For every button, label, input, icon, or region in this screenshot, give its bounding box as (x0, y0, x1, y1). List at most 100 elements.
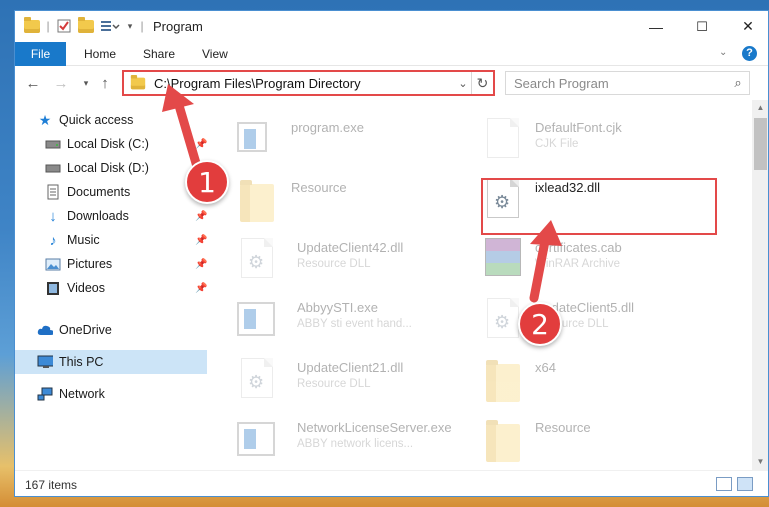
dll-gear-icon: ⚙ (483, 298, 523, 344)
file-item[interactable]: DefaultFont.cjk CJK File (483, 116, 723, 172)
details-view-icon[interactable] (716, 477, 732, 491)
file-name: certificates.cab (535, 240, 622, 255)
folder-icon (483, 358, 523, 404)
sidebar-item-label: Videos (67, 281, 105, 295)
expand-ribbon-icon[interactable]: ⌄ (719, 47, 727, 58)
sidebar-item-quick-access[interactable]: ★ Quick access (15, 108, 207, 132)
pin-icon[interactable]: 📌 (195, 259, 207, 270)
step-2-callout: 2 (518, 302, 562, 346)
file-name: Resource (291, 180, 347, 195)
pictures-icon (45, 256, 61, 272)
sidebar-item-label: Documents (67, 185, 131, 199)
sidebar-item-label: This PC (59, 355, 104, 369)
vertical-scrollbar[interactable]: ▲ ▼ (752, 100, 768, 470)
forward-arrow-icon[interactable]: → (51, 74, 71, 92)
address-dropdown-icon[interactable]: ⌄ (455, 77, 471, 90)
tab-share[interactable]: Share (131, 42, 187, 66)
file-type: WinRAR Archive (535, 258, 620, 270)
folder-icon[interactable] (23, 16, 41, 34)
tab-home[interactable]: Home (72, 42, 128, 66)
large-icons-view-icon[interactable] (737, 477, 753, 491)
file-item[interactable]: ⚙ UpdateClient42.dll Resource DLL (237, 236, 477, 292)
recent-locations-chevron-icon[interactable]: ▾ (76, 74, 96, 92)
sidebar-item-this-pc[interactable]: This PC (15, 350, 207, 374)
sidebar-item-label: Pictures (67, 257, 113, 271)
sidebar-item-music[interactable]: ♪ Music 📌 (15, 228, 208, 252)
address-bar[interactable]: C:\Program Files\Program Directory ⌄ ↻ (122, 70, 495, 96)
scroll-thumb[interactable] (754, 118, 767, 170)
file-name: UpdateClient42.dll (297, 240, 404, 255)
maximize-button[interactable]: ☐ (679, 11, 725, 42)
search-icon[interactable]: ⌕ (727, 75, 749, 91)
tab-file[interactable]: File (15, 42, 66, 66)
scroll-down-icon[interactable]: ▼ (752, 454, 768, 470)
file-name: program.exe (291, 120, 364, 135)
winrar-icon (483, 238, 523, 284)
network-icon (37, 386, 53, 402)
search-input[interactable] (514, 75, 727, 91)
refresh-icon[interactable]: ↻ (471, 72, 493, 94)
sidebar-item-label: Quick access (59, 113, 134, 127)
sidebar-item-label: Downloads (67, 209, 129, 223)
file-item[interactable]: AbbyySTI.exe ABBY sti event hand... (237, 296, 477, 352)
sidebar-item-label: Local Disk (D:) (67, 161, 149, 175)
dll-gear-icon: ⚙ (237, 358, 277, 404)
file-item[interactable]: ⚙ UpdateClient21.dll Resource DLL (237, 356, 477, 412)
explorer-window: | ▾ | Program — ☐ ✕ File Home Share View… (14, 10, 769, 497)
sidebar-item-onedrive[interactable]: OneDrive (15, 318, 207, 342)
videos-icon (45, 280, 61, 296)
pin-icon[interactable]: 📌 (195, 139, 207, 150)
new-folder-icon[interactable] (77, 16, 95, 34)
properties-check-icon[interactable] (55, 18, 73, 34)
download-icon: ↓ (49, 207, 57, 225)
close-button[interactable]: ✕ (725, 11, 768, 42)
sidebar-item-downloads[interactable]: ↓ Downloads 📌 (15, 204, 207, 228)
sidebar-item-pictures[interactable]: Pictures 📌 (15, 252, 207, 276)
file-name: DefaultFont.cjk (535, 120, 622, 135)
up-arrow-icon[interactable]: ↑ (95, 74, 115, 92)
sidebar-item-label: OneDrive (59, 323, 112, 337)
pin-icon[interactable]: 📌 (195, 235, 207, 246)
file-item[interactable]: Resource (237, 176, 477, 232)
exe-icon (237, 298, 277, 344)
file-item[interactable]: program.exe (237, 116, 477, 172)
file-item[interactable]: x64 (483, 356, 723, 412)
separator: | (46, 19, 50, 33)
file-item[interactable]: NetworkLicenseServer.exe ABBY network li… (237, 416, 477, 470)
file-type: ABBY sti event hand... (297, 318, 412, 330)
sidebar-item-local-disk-d[interactable]: Local Disk (D:) (15, 156, 207, 180)
file-item[interactable]: certificates.cab WinRAR Archive (483, 236, 723, 292)
drive-icon (45, 136, 61, 152)
help-icon[interactable]: ? (742, 46, 757, 61)
folder-icon (237, 178, 277, 224)
exe-icon (237, 118, 277, 164)
cloud-icon (37, 322, 53, 338)
navigation-bar: ← → ▾ ↑ C:\Program Files\Program Directo… (15, 66, 768, 100)
sidebar-item-label: Network (59, 387, 105, 401)
customize-quick-access-icon[interactable] (99, 18, 121, 34)
tab-view[interactable]: View (190, 42, 240, 66)
sidebar-item-local-disk-c[interactable]: Local Disk (C:) 📌 (15, 132, 207, 156)
search-box[interactable]: ⌕ (505, 71, 750, 95)
scroll-up-icon[interactable]: ▲ (752, 100, 768, 116)
file-type: ABBY network licens... (297, 438, 414, 450)
address-path[interactable]: C:\Program Files\Program Directory (154, 76, 455, 91)
pin-icon[interactable]: 📌 (195, 211, 207, 222)
sidebar-item-documents[interactable]: Documents (15, 180, 207, 204)
sidebar-item-network[interactable]: Network (15, 382, 207, 406)
drive-icon (45, 160, 61, 176)
sidebar-item-videos[interactable]: Videos 📌 (15, 276, 207, 300)
minimize-button[interactable]: — (633, 11, 679, 42)
item-count: 167 items (25, 478, 78, 492)
pin-icon[interactable]: 📌 (195, 283, 207, 294)
exe-icon (237, 418, 277, 464)
chevron-down-icon[interactable]: ▾ (125, 18, 135, 34)
status-bar: 167 items (15, 470, 768, 496)
document-icon (483, 118, 523, 164)
back-arrow-icon[interactable]: ← (23, 74, 43, 92)
folder-icon (483, 418, 523, 464)
file-name: NetworkLicenseServer.exe (297, 420, 452, 435)
file-item[interactable]: Resource (483, 416, 723, 470)
computer-icon (37, 354, 53, 370)
navigation-pane: ★ Quick access Local Disk (C:) 📌 Local D… (15, 100, 207, 470)
